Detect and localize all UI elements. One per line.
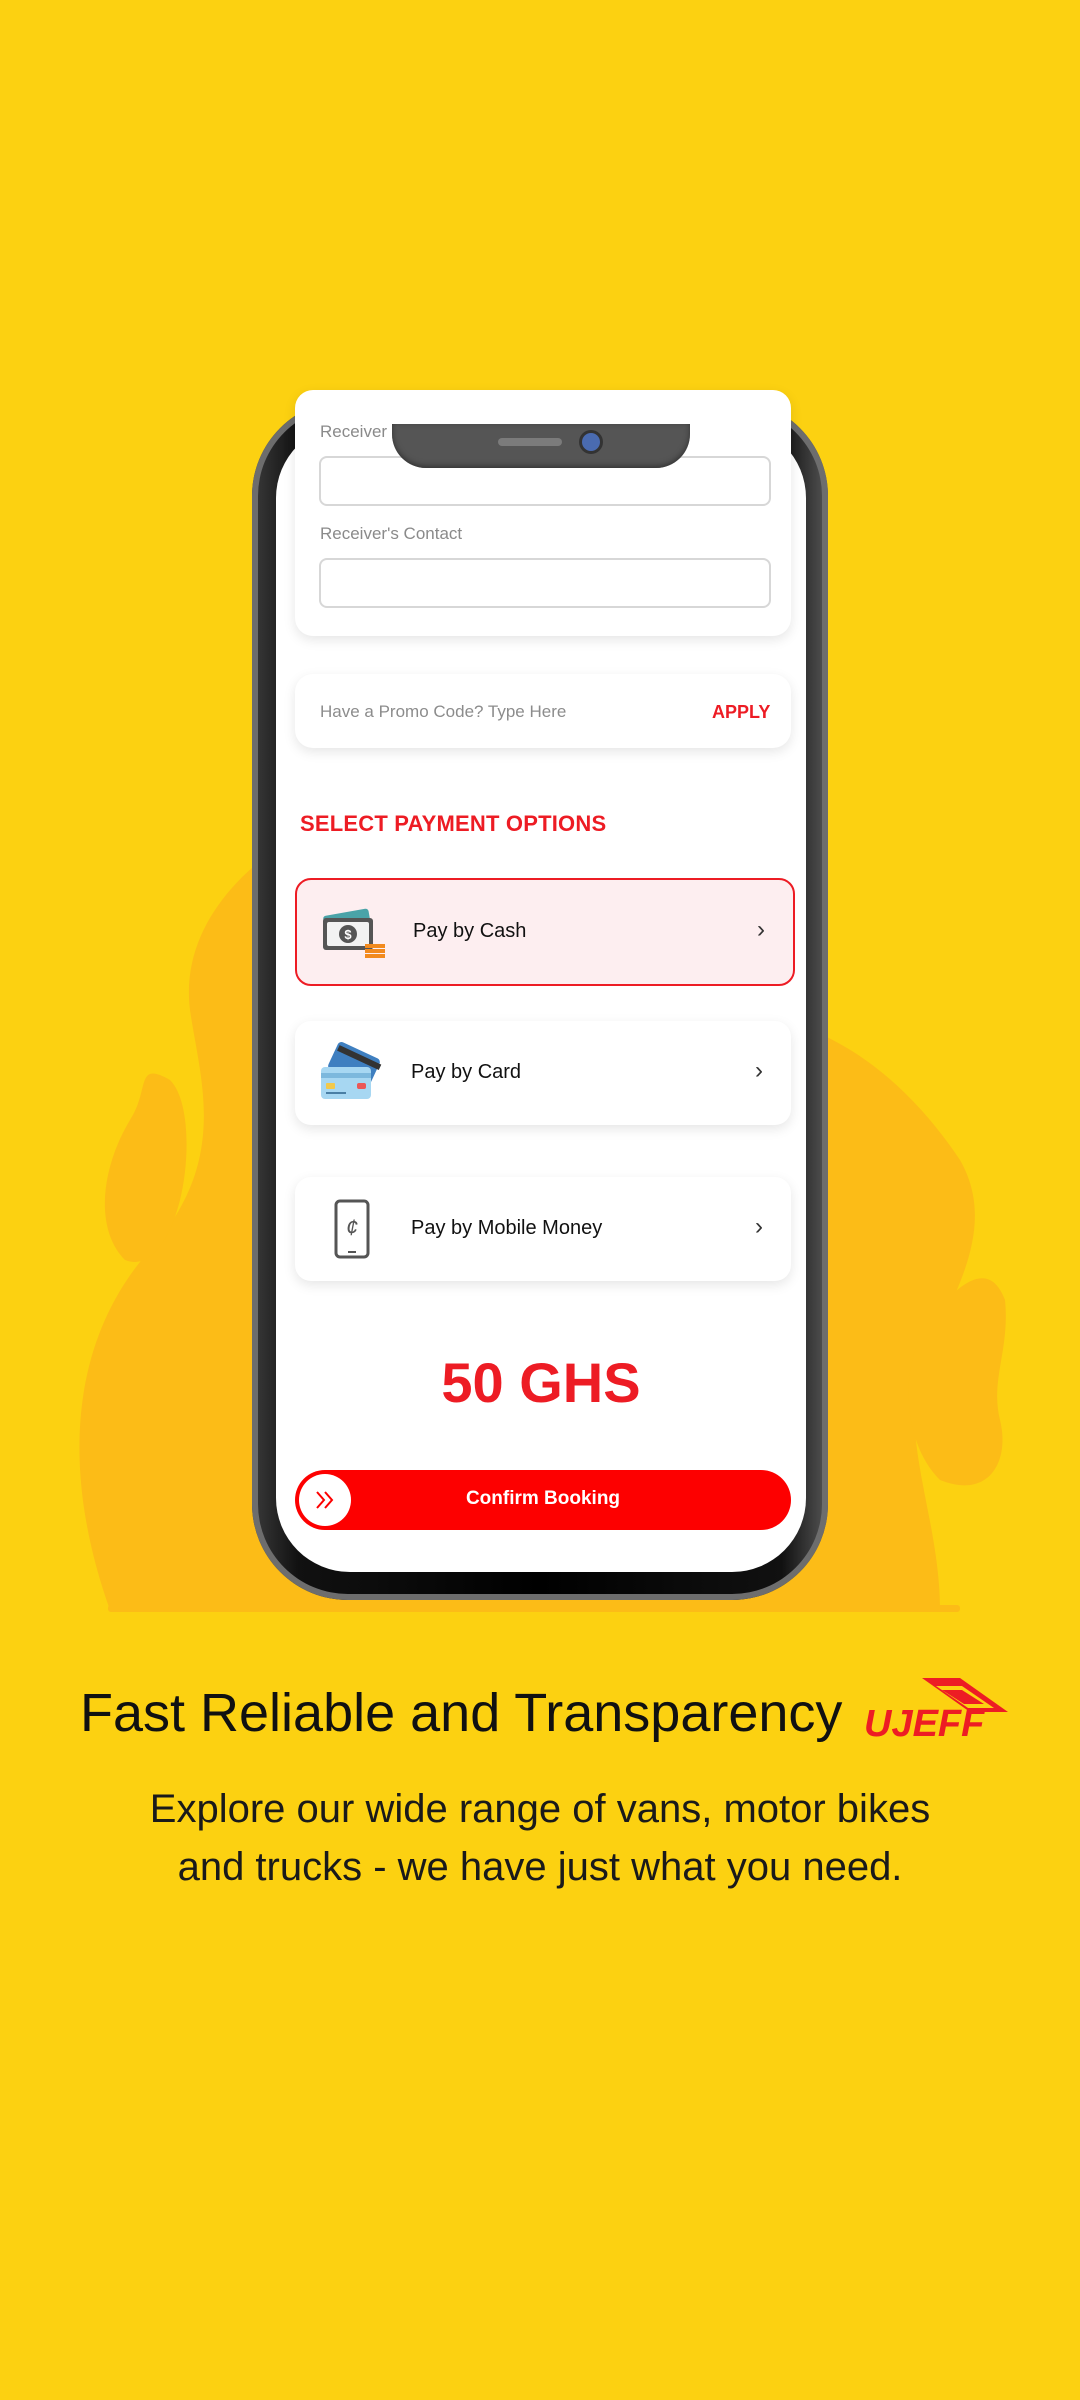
chevron-right-icon: › [755, 1057, 763, 1084]
chevron-right-icon: › [755, 1213, 763, 1240]
pay-by-cash-label: Pay by Cash [413, 920, 527, 942]
receiver-contact-label: Receiver's Contact [320, 524, 463, 543]
pay-by-card-label: Pay by Card [411, 1061, 522, 1083]
svg-text:¢: ¢ [346, 1215, 358, 1240]
pay-by-card-option[interactable]: Pay by Card › [295, 1021, 791, 1125]
apply-promo-button[interactable]: APPLY [712, 702, 770, 723]
svg-text:UJEFF: UJEFF [864, 1703, 986, 1742]
svg-text:$: $ [344, 927, 352, 942]
pay-by-mobile-money-option[interactable]: ¢ Pay by Mobile Money › [295, 1177, 791, 1281]
description-text: Explore our wide range of vans, motor bi… [149, 1787, 931, 1889]
receiver-contact-input[interactable] [319, 558, 771, 608]
ujeff-logo: UJEFF [864, 1678, 1008, 1742]
confirm-booking-label: Confirm Booking [465, 1488, 621, 1509]
receiver-name-label: Receiver [320, 422, 388, 441]
pay-by-mobile-money-label: Pay by Mobile Money [411, 1217, 603, 1239]
phone-notch [392, 424, 690, 468]
total-price: 50 GHS [441, 1351, 641, 1414]
confirm-booking-button[interactable]: Confirm Booking [295, 1470, 791, 1530]
cash-icon: $ [323, 908, 385, 958]
pay-by-cash-option[interactable]: $ Pay by Cash › [295, 878, 795, 986]
credit-card-icon [321, 1042, 382, 1099]
promo-code-input[interactable]: Have a Promo Code? Type Here [320, 702, 566, 722]
payment-options-title: SELECT PAYMENT OPTIONS [300, 811, 607, 836]
phone-speaker [498, 438, 562, 446]
chevron-right-icon: › [757, 916, 765, 943]
mobile-money-icon: ¢ [334, 1199, 370, 1259]
headline: Fast Reliable and Transparency [80, 1683, 843, 1743]
phone-camera [582, 433, 600, 451]
